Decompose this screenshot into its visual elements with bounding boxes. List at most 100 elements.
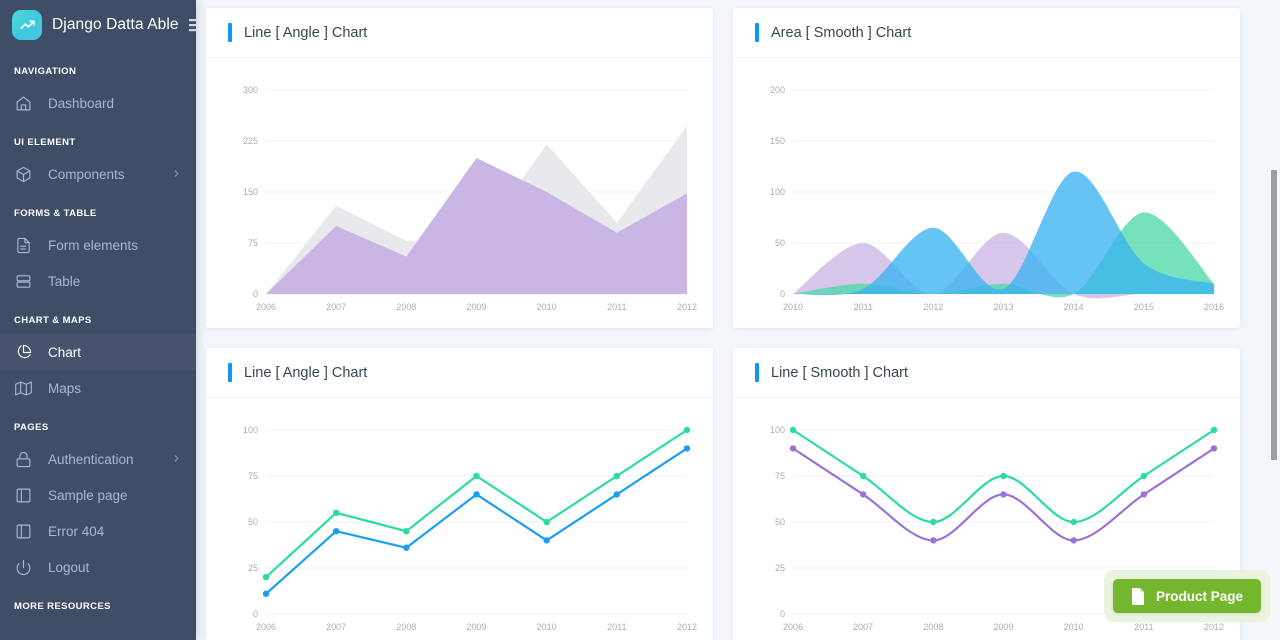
card-line-angle: Line [ Angle ] Chart 0 25 50 75 100 2006 2007 2… (206, 348, 713, 640)
chart-area-smooth[interactable]: 0 50 100 150 200 2010 2011 2012 2013 2014 2015 2016 (747, 64, 1226, 328)
main-content: Line [ Angle ] Chart 0 75 150 225 300 2006 200… (196, 0, 1280, 640)
svg-text:2013: 2013 (993, 302, 1013, 312)
svg-text:150: 150 (770, 136, 785, 146)
power-icon (14, 558, 32, 576)
svg-text:2010: 2010 (1064, 622, 1084, 632)
sidebar-item-components[interactable]: Components (0, 156, 196, 192)
svg-text:2015: 2015 (1134, 302, 1154, 312)
sidebar-caption-pages: PAGES (14, 422, 49, 433)
svg-text:2006: 2006 (783, 622, 803, 632)
brand-title: Django Datta Able (52, 16, 179, 33)
product-page-label: Product Page (1155, 588, 1243, 604)
accent-bar (228, 23, 232, 42)
sidebar-icon (14, 486, 32, 504)
sidebar-item-maps[interactable]: Maps (0, 370, 196, 406)
card-header: Area [ Smooth ] Chart (733, 8, 1240, 58)
svg-text:2007: 2007 (853, 622, 873, 632)
lock-icon (14, 450, 32, 468)
home-icon (14, 94, 32, 112)
sidebar-item-form-elements[interactable]: Form elements (0, 227, 196, 263)
chart-svg-area-smooth: 0 50 100 150 200 2010 2011 2012 2013 2014 2015 2016 (770, 85, 1224, 312)
svg-text:2011: 2011 (607, 622, 626, 632)
sidebar-item-authentication[interactable]: Authentication (0, 441, 196, 477)
svg-text:2011: 2011 (1134, 622, 1153, 632)
card-title: Line [ Angle ] Chart (244, 24, 368, 41)
card-header: Line [ Angle ] Chart (206, 8, 713, 58)
svg-text:2012: 2012 (923, 302, 943, 312)
svg-text:2007: 2007 (326, 622, 346, 632)
card-title: Line [ Angle ] Chart (244, 364, 368, 381)
card-line-angle-area: Line [ Angle ] Chart 0 75 150 225 300 2006 200… (206, 8, 713, 328)
sidebar-caption-forms-table: FORMS & TABLE (14, 208, 97, 219)
scrollbar-thumb[interactable] (1271, 170, 1277, 460)
sidebar-item-label: Form elements (48, 237, 139, 253)
document-icon (1131, 587, 1145, 605)
svg-text:2009: 2009 (466, 302, 486, 312)
product-page-button-wrap: Product Page (1103, 570, 1270, 622)
map-icon (14, 379, 32, 397)
card-header: Line [ Smooth ] Chart (733, 348, 1240, 398)
sidebar-caption-navigation: NAVIGATION (14, 66, 77, 77)
sidebar-item-dashboard[interactable]: Dashboard (0, 85, 196, 121)
pie-chart-icon (14, 343, 32, 361)
product-page-button[interactable]: Product Page (1112, 579, 1261, 613)
svg-text:2010: 2010 (783, 302, 803, 312)
svg-text:25: 25 (775, 563, 785, 573)
page-scrollbar[interactable] (1268, 0, 1280, 640)
brand-header[interactable]: Django Datta Able (0, 0, 196, 50)
sidebar: Django Datta Able NAVIGATION Dashboard UI … (0, 0, 196, 640)
svg-text:225: 225 (243, 136, 258, 146)
sidebar-item-table[interactable]: Table (0, 263, 196, 299)
card-title: Area [ Smooth ] Chart (771, 24, 912, 41)
sidebar-item-label: Error 404 (48, 523, 105, 539)
menu-toggle-icon[interactable] (189, 16, 196, 34)
chart-line-angle-area[interactable]: 0 75 150 225 300 2006 2007 2008 2009 2010 2011 2012 (220, 64, 699, 328)
svg-text:2011: 2011 (607, 302, 626, 312)
svg-text:75: 75 (248, 238, 258, 248)
svg-text:50: 50 (775, 238, 785, 248)
card-header: Line [ Angle ] Chart (206, 348, 713, 398)
sidebar-icon (14, 522, 32, 540)
chart-grid: Line [ Angle ] Chart 0 75 150 225 300 2006 200… (206, 8, 1270, 640)
sidebar-item-label: Sample page (48, 487, 128, 503)
chart-svg-line-angle: 0 25 50 75 100 2006 2007 2008 2009 2010 2011 2012 (243, 425, 697, 632)
svg-text:2008: 2008 (396, 622, 416, 632)
svg-text:200: 200 (770, 85, 785, 95)
svg-text:2009: 2009 (993, 622, 1013, 632)
sidebar-caption-chart-maps: CHART & MAPS (14, 315, 92, 326)
accent-bar (755, 363, 759, 382)
svg-text:100: 100 (243, 425, 258, 435)
table-icon (14, 272, 32, 290)
svg-text:2014: 2014 (1064, 302, 1084, 312)
sidebar-caption-more-resources: MORE RESOURCES (14, 601, 111, 612)
sidebar-item-logout[interactable]: Logout (0, 549, 196, 585)
card-title: Line [ Smooth ] Chart (771, 364, 909, 381)
svg-text:2006: 2006 (256, 622, 276, 632)
svg-text:300: 300 (243, 85, 258, 95)
svg-text:75: 75 (248, 471, 258, 481)
svg-text:100: 100 (770, 425, 785, 435)
sidebar-caption-ui-element: UI ELEMENT (14, 137, 76, 148)
sidebar-item-label: Dashboard (48, 95, 115, 111)
svg-text:150: 150 (243, 187, 258, 197)
sidebar-item-label: Authentication (48, 451, 134, 467)
sidebar-item-label: Maps (48, 380, 82, 396)
sidebar-item-chart[interactable]: Chart (0, 334, 196, 370)
svg-text:0: 0 (253, 289, 258, 299)
svg-text:25: 25 (248, 563, 258, 573)
chart-line-angle[interactable]: 0 25 50 75 100 2006 2007 2008 2009 2010 2011 2012 (220, 404, 699, 640)
svg-text:0: 0 (780, 609, 785, 619)
sidebar-item-sample-page[interactable]: Sample page (0, 477, 196, 513)
card-body: 0 75 150 225 300 2006 2007 2008 2009 2010 2011 2012 (206, 58, 713, 328)
svg-text:2009: 2009 (466, 622, 486, 632)
svg-text:2008: 2008 (396, 302, 416, 312)
card-body: 0 50 100 150 200 2010 2011 2012 2013 2014 2015 2016 (733, 58, 1240, 328)
trending-up-icon (12, 10, 42, 40)
chevron-right-icon (171, 167, 182, 182)
sidebar-item-label: Logout (48, 559, 90, 575)
svg-text:50: 50 (775, 517, 785, 527)
sidebar-item-error-404[interactable]: Error 404 (0, 513, 196, 549)
sidebar-navigation: NAVIGATION Dashboard UI ELEMENT Components F… (0, 50, 196, 620)
svg-text:0: 0 (253, 609, 258, 619)
card-body: 0 25 50 75 100 2006 2007 2008 2009 2010 2011 2012 (206, 398, 713, 640)
